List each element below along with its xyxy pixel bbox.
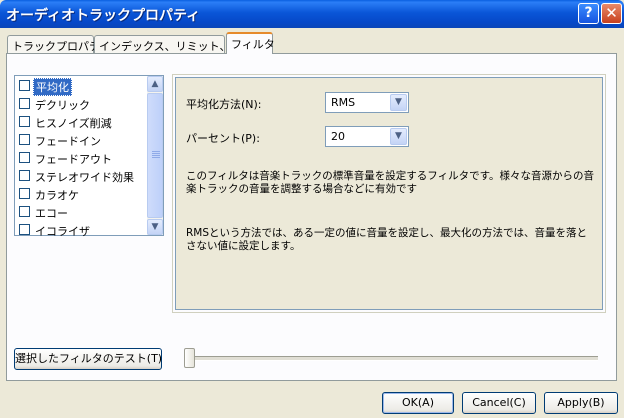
filter-description: このフィルタは音楽トラックの標準音量を設定するフィルタです。様々な音源からの音楽… xyxy=(186,170,595,195)
list-item-label: フェードイン xyxy=(35,135,101,148)
chevron-down-icon[interactable]: ▼ xyxy=(390,94,407,111)
chevron-down-icon[interactable]: ▼ xyxy=(390,128,407,145)
cancel-button[interactable]: Cancel(C) xyxy=(462,392,536,414)
list-item-averaging[interactable]: 平均化 xyxy=(17,77,145,96)
help-button[interactable]: ? xyxy=(578,3,599,24)
window-title: オーディオトラックプロパティ xyxy=(6,8,201,24)
method-label: 平均化方法(N): xyxy=(186,98,262,111)
checkbox[interactable] xyxy=(19,98,30,109)
list-item-fade-in[interactable]: フェードイン xyxy=(17,131,145,148)
list-item-label: カラオケ xyxy=(35,189,79,202)
list-item-fade-out[interactable]: フェードアウト xyxy=(17,149,145,166)
list-item-label: ステレオワイド効果 xyxy=(35,171,134,184)
slider-track[interactable] xyxy=(190,356,598,361)
test-filter-button[interactable]: 選択したフィルタのテスト(T) xyxy=(14,348,162,370)
ok-button[interactable]: OK(A) xyxy=(382,392,454,414)
scroll-down-icon[interactable]: ▼ xyxy=(147,219,163,235)
title-bar: オーディオトラックプロパティ ? ✕ xyxy=(0,0,624,28)
percent-select[interactable]: 20 ▼ xyxy=(325,126,409,147)
method-description: RMSという方法では、ある一定の値に音量を設定し、最大化の方法では、音量を落とさ… xyxy=(186,227,588,252)
list-item-label: ヒスノイズ削減 xyxy=(35,117,112,130)
slider-thumb[interactable] xyxy=(184,348,195,368)
list-item-label: 平均化 xyxy=(33,78,72,96)
tab-filter[interactable]: フィルタ xyxy=(226,32,275,54)
checkbox[interactable] xyxy=(19,152,30,163)
list-item-hiss-reduction[interactable]: ヒスノイズ削減 xyxy=(17,113,145,130)
scroll-thumb[interactable] xyxy=(147,93,163,218)
checkbox[interactable] xyxy=(19,116,30,127)
checkbox[interactable] xyxy=(19,134,30,145)
percent-label: パーセント(P): xyxy=(186,132,260,145)
filter-list[interactable]: 平均化 デクリック ヒスノイズ削減 フェードイン フェードアウト ステレオワイド… xyxy=(14,75,164,238)
list-item-label: フェードアウト xyxy=(35,153,112,166)
checkbox[interactable] xyxy=(19,80,30,91)
list-item-label: デクリック xyxy=(35,99,90,112)
checkbox[interactable] xyxy=(19,170,30,181)
method-select[interactable]: RMS ▼ xyxy=(325,92,409,113)
list-scrollbar[interactable]: ▲ ▼ xyxy=(147,76,163,235)
tab-index-limit-split[interactable]: インデックス、リミット、分割 xyxy=(94,35,252,53)
checkbox[interactable] xyxy=(19,206,30,217)
list-item-karaoke[interactable]: カラオケ xyxy=(17,185,145,202)
grip-line xyxy=(152,155,160,156)
checkbox[interactable] xyxy=(19,224,30,235)
list-item-declick[interactable]: デクリック xyxy=(17,95,145,112)
list-item-stereo-wide[interactable]: ステレオワイド効果 xyxy=(17,167,145,184)
tab-track-properties[interactable]: トラックプロパティ xyxy=(7,35,110,53)
grip-line xyxy=(152,153,160,154)
list-item-equalizer[interactable]: イコライザ xyxy=(17,221,145,238)
checkbox[interactable] xyxy=(19,188,30,199)
grip-line xyxy=(152,151,160,152)
list-item-label: イコライザ xyxy=(35,225,90,238)
list-item-label: エコー xyxy=(35,207,68,220)
grip-line xyxy=(152,157,160,158)
list-item-echo[interactable]: エコー xyxy=(17,203,145,220)
method-value: RMS xyxy=(331,96,356,109)
apply-button[interactable]: Apply(B) xyxy=(544,392,618,414)
scroll-up-icon[interactable]: ▲ xyxy=(147,76,163,92)
percent-value: 20 xyxy=(331,130,345,143)
close-button[interactable]: ✕ xyxy=(601,3,622,24)
